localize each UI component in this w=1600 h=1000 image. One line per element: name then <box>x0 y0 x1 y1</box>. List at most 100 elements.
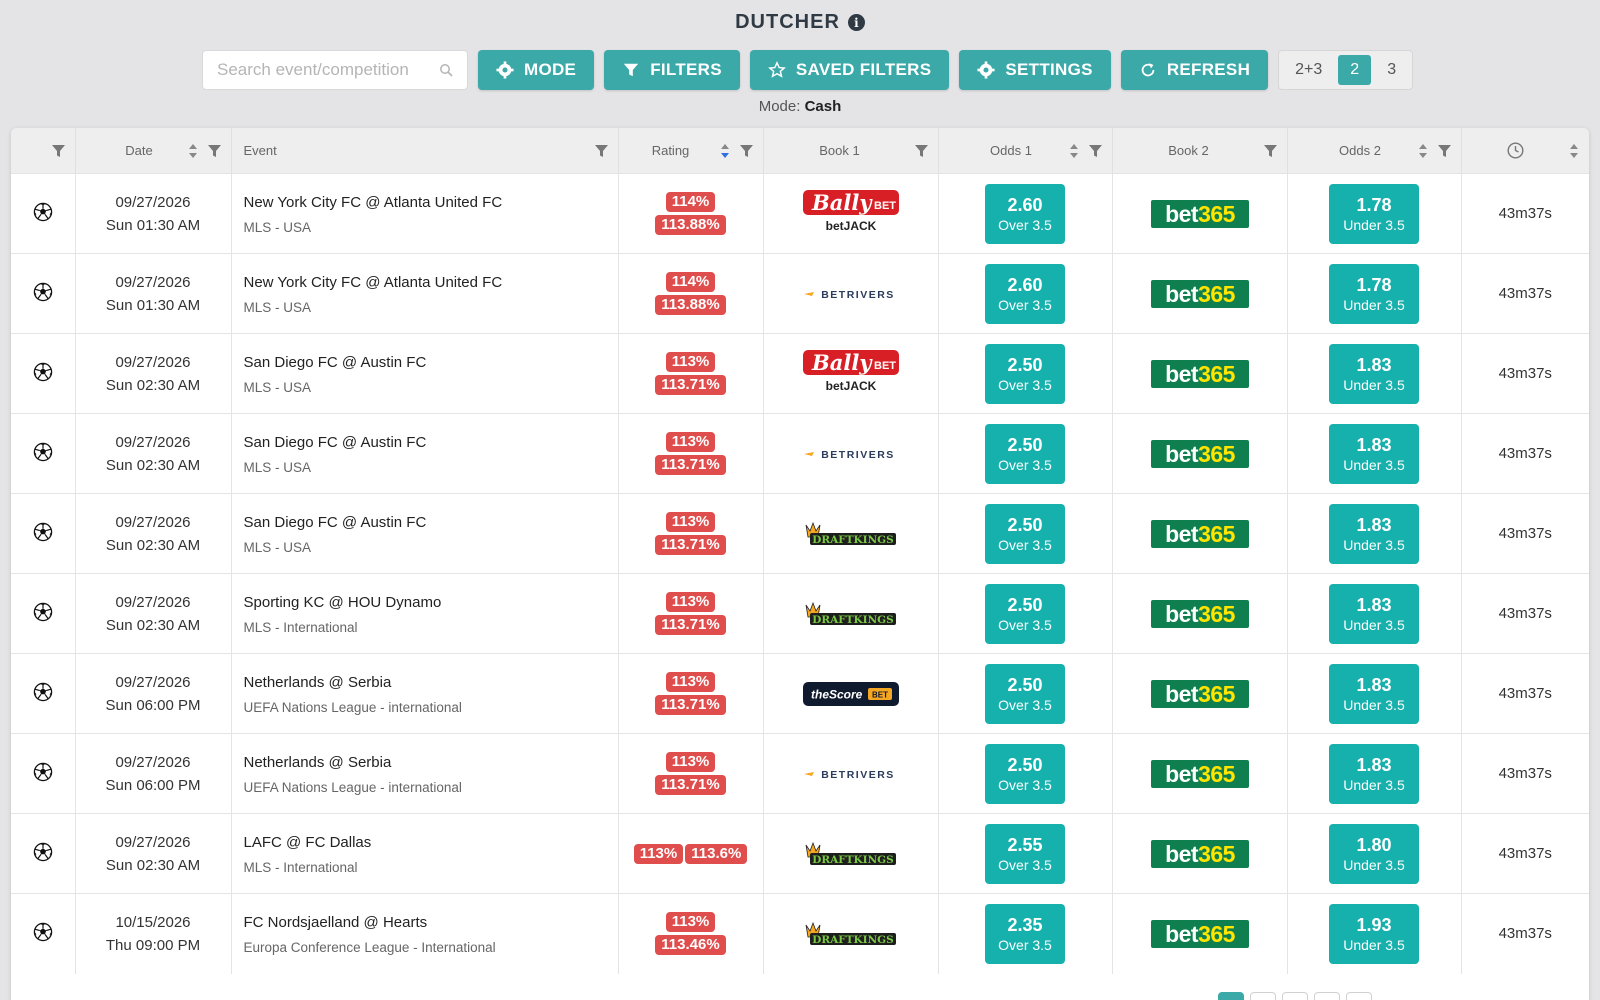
filter-icon[interactable] <box>207 144 221 157</box>
search-box[interactable] <box>202 50 468 90</box>
table-row[interactable]: 09/27/2026 Sun 01:30 AM New York City FC… <box>11 173 1589 254</box>
table-row[interactable]: 09/27/2026 Sun 02:30 AM San Diego FC @ A… <box>11 413 1589 494</box>
odds2-button[interactable]: 1.83 Under 3.5 <box>1329 743 1419 804</box>
book2-logo[interactable]: bet365 <box>1150 511 1249 557</box>
book1-cell: BETRIVERS <box>763 413 939 494</box>
event-name[interactable]: New York City FC @ Atlanta United FC <box>244 193 618 213</box>
book2-logo[interactable]: bet365 <box>1150 431 1249 477</box>
book2-logo[interactable]: bet365 <box>1150 591 1249 637</box>
book1-logo[interactable]: BETRIVERS <box>802 431 900 477</box>
filter-icon[interactable] <box>1437 144 1451 157</box>
info-icon[interactable]: i <box>847 14 865 31</box>
table-row[interactable]: 09/27/2026 Sun 02:30 AM LAFC @ FC Dallas… <box>11 813 1589 894</box>
odds1-button[interactable]: 2.50 Over 3.5 <box>985 663 1065 724</box>
event-name[interactable]: San Diego FC @ Austin FC <box>244 433 618 453</box>
filters-button[interactable]: FILTERS <box>604 50 740 90</box>
odds1-button[interactable]: 2.50 Over 3.5 <box>985 583 1065 644</box>
event-name[interactable]: Netherlands @ Serbia <box>244 673 618 693</box>
page-button[interactable] <box>1346 992 1372 1000</box>
page-button[interactable] <box>1314 992 1340 1000</box>
event-name[interactable]: New York City FC @ Atlanta United FC <box>244 273 618 293</box>
book2-logo[interactable]: bet365 <box>1150 671 1249 717</box>
book1-logo[interactable]: theScore BET <box>802 671 900 717</box>
filter-icon[interactable] <box>51 144 65 157</box>
rating-cell: 113% 113.6% <box>618 813 764 894</box>
filter-icon[interactable] <box>594 144 608 157</box>
odds2-button[interactable]: 1.78 Under 3.5 <box>1329 263 1419 324</box>
sort-desc-icon[interactable] <box>720 143 730 159</box>
page-button[interactable] <box>1218 992 1244 1000</box>
refresh-button[interactable]: REFRESH <box>1120 50 1269 90</box>
event-name[interactable]: Sporting KC @ HOU Dynamo <box>244 593 618 613</box>
odds1-button[interactable]: 2.50 Over 3.5 <box>985 503 1065 564</box>
odds2-button[interactable]: 1.83 Under 3.5 <box>1329 663 1419 724</box>
book1-logo[interactable]: BETRIVERS <box>802 271 900 317</box>
odds1-button[interactable]: 2.50 Over 3.5 <box>985 743 1065 804</box>
mode-button[interactable]: MODE <box>478 50 595 90</box>
odds2-button[interactable]: 1.83 Under 3.5 <box>1329 583 1419 644</box>
book1-logo[interactable]: DRAFTKINGS <box>802 911 900 957</box>
search-icon[interactable] <box>439 63 453 77</box>
table-row[interactable]: 09/27/2026 Sun 06:00 PM Netherlands @ Se… <box>11 733 1589 814</box>
odds2-button[interactable]: 1.83 Under 3.5 <box>1329 423 1419 484</box>
book1-logo[interactable]: Bally BET betJACK <box>802 189 900 235</box>
filter-icon[interactable] <box>1263 144 1277 157</box>
book2-logo[interactable]: bet365 <box>1150 271 1249 317</box>
odds2-button[interactable]: 1.80 Under 3.5 <box>1329 823 1419 884</box>
page-button[interactable] <box>1282 992 1308 1000</box>
settings-button[interactable]: SETTINGS <box>959 50 1111 90</box>
odds1-button[interactable]: 2.50 Over 3.5 <box>985 343 1065 404</box>
odds1-button[interactable]: 2.35 Over 3.5 <box>985 903 1065 964</box>
odds1-button[interactable]: 2.60 Over 3.5 <box>985 183 1065 244</box>
book2-logo[interactable]: bet365 <box>1150 911 1249 957</box>
segment-3[interactable]: 3 <box>1375 55 1408 85</box>
sort-icon[interactable] <box>188 143 198 159</box>
book1-logo[interactable]: DRAFTKINGS <box>802 591 900 637</box>
odds1-button[interactable]: 2.55 Over 3.5 <box>985 823 1065 884</box>
svg-text:bet365: bet365 <box>1165 281 1236 307</box>
book1-logo[interactable]: DRAFTKINGS <box>802 511 900 557</box>
search-input[interactable] <box>217 60 439 80</box>
table-row[interactable]: 09/27/2026 Sun 01:30 AM New York City FC… <box>11 253 1589 334</box>
odds1-button[interactable]: 2.60 Over 3.5 <box>985 263 1065 324</box>
event-name[interactable]: LAFC @ FC Dallas <box>244 833 618 853</box>
event-time: Sun 02:30 AM <box>105 456 201 474</box>
event-name[interactable]: Netherlands @ Serbia <box>244 753 618 773</box>
book2-cell: bet365 <box>1112 813 1288 894</box>
book2-logo[interactable]: bet365 <box>1150 751 1249 797</box>
odds2-button[interactable]: 1.83 Under 3.5 <box>1329 503 1419 564</box>
book1-logo[interactable]: DRAFTKINGS <box>802 831 900 877</box>
book2-logo[interactable]: bet365 <box>1150 351 1249 397</box>
date-cell: 09/27/2026 Sun 06:00 PM <box>75 733 232 814</box>
book2-logo[interactable]: bet365 <box>1150 831 1249 877</box>
odds2-button[interactable]: 1.78 Under 3.5 <box>1329 183 1419 244</box>
table-row[interactable]: 10/15/2026 Thu 09:00 PM FC Nordsjaelland… <box>11 893 1589 974</box>
segment-2[interactable]: 2 <box>1338 55 1372 85</box>
odds2-button[interactable]: 1.83 Under 3.5 <box>1329 343 1419 404</box>
table-row[interactable]: 09/27/2026 Sun 02:30 AM San Diego FC @ A… <box>11 493 1589 574</box>
time-remaining: 43m37s <box>1498 205 1552 222</box>
event-name[interactable]: FC Nordsjaelland @ Hearts <box>244 913 618 933</box>
event-name[interactable]: San Diego FC @ Austin FC <box>244 513 618 533</box>
bet365-logo: bet365 <box>1150 919 1249 948</box>
book1-logo[interactable]: BETRIVERS <box>802 751 900 797</box>
filter-icon[interactable] <box>914 144 928 157</box>
sort-icon[interactable] <box>1069 143 1079 159</box>
table-row[interactable]: 09/27/2026 Sun 02:30 AM Sporting KC @ HO… <box>11 573 1589 654</box>
filter-icon[interactable] <box>739 144 753 157</box>
book2-logo[interactable]: bet365 <box>1150 191 1249 237</box>
sort-icon[interactable] <box>1418 143 1428 159</box>
segment-2plus3[interactable]: 2+3 <box>1283 55 1334 85</box>
table-row[interactable]: 09/27/2026 Sun 06:00 PM Netherlands @ Se… <box>11 653 1589 734</box>
rating-badge: 114% <box>665 192 716 212</box>
event-name[interactable]: San Diego FC @ Austin FC <box>244 353 618 373</box>
filter-icon[interactable] <box>1088 144 1102 157</box>
saved-filters-button[interactable]: SAVED FILTERS <box>749 50 950 90</box>
odds2-button[interactable]: 1.93 Under 3.5 <box>1329 903 1419 964</box>
odds1-button[interactable]: 2.50 Over 3.5 <box>985 423 1065 484</box>
page-title: DUTCHER <box>735 11 840 33</box>
page-button[interactable] <box>1250 992 1276 1000</box>
sort-icon[interactable] <box>1569 143 1579 159</box>
book1-logo[interactable]: Bally BET betJACK <box>802 349 900 395</box>
table-row[interactable]: 09/27/2026 Sun 02:30 AM San Diego FC @ A… <box>11 333 1589 414</box>
